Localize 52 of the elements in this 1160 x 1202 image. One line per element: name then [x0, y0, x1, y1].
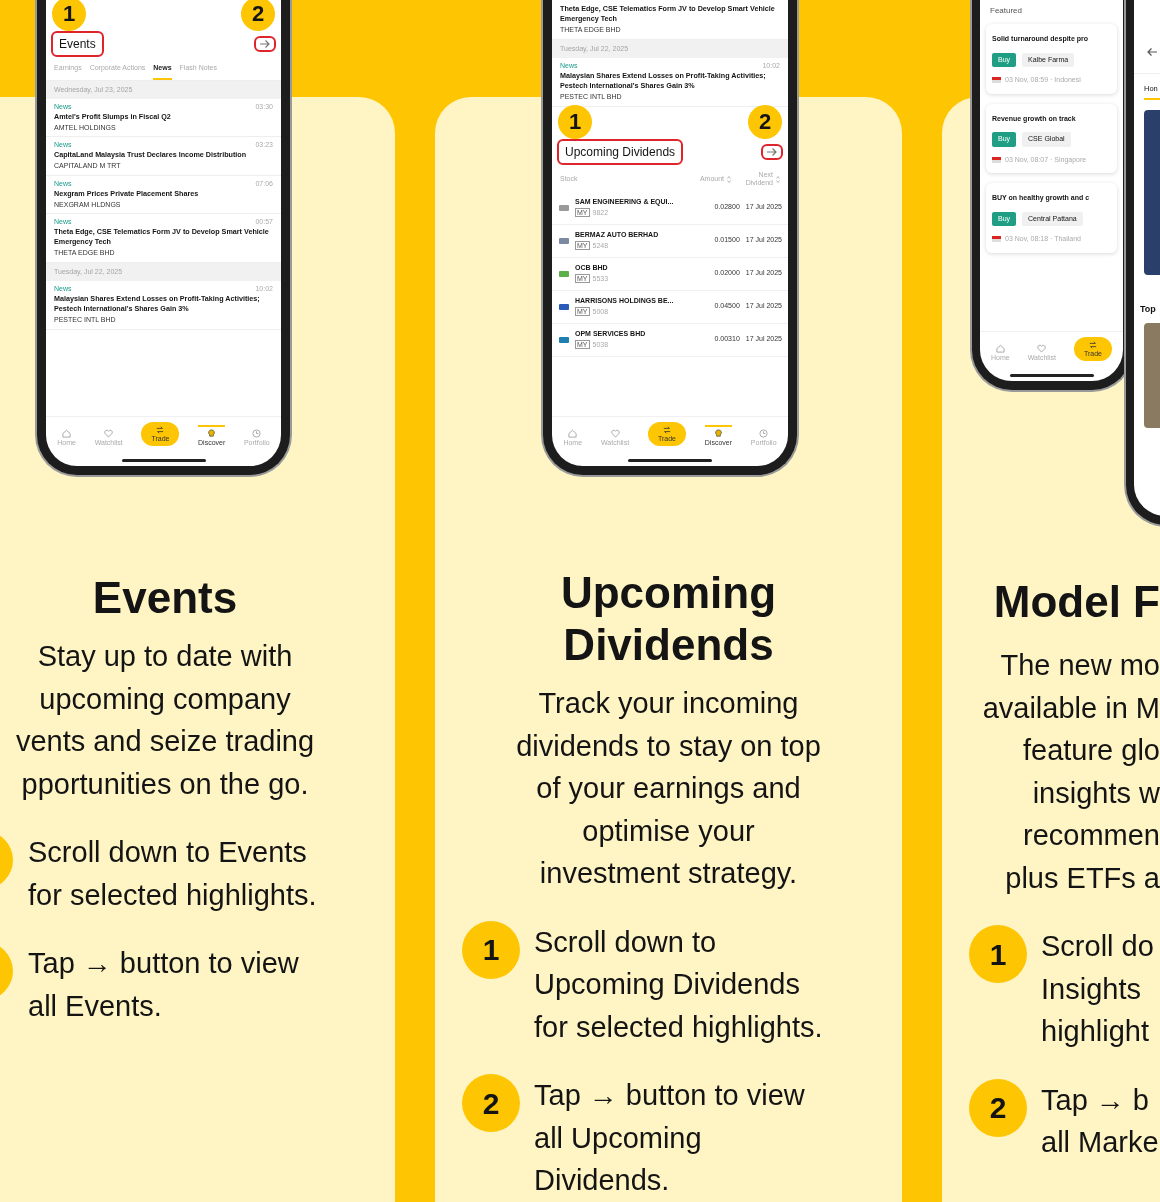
step-text: Tap → button to view all Upcoming Dividends. — [534, 1078, 805, 1198]
sort-icon — [727, 175, 731, 183]
highlighted-section-title: Upcoming Dividends — [557, 138, 684, 165]
flag-icon — [992, 236, 1001, 243]
lightbulb-icon — [207, 429, 217, 438]
flag-icon — [992, 156, 1001, 163]
highlighted-section-title: Events — [51, 31, 104, 57]
company-logo-icon — [558, 235, 570, 246]
feature-description: Stay up to date with upcoming company vents and seize trading pportunities on the go. — [14, 639, 316, 802]
step-text: Scroll down to Upcoming Dividends for selected highlights. — [534, 924, 823, 1045]
arrow-icon — [766, 146, 778, 157]
lightbulb-icon — [713, 429, 723, 438]
swap-icon — [156, 426, 165, 434]
step-number: 2 — [969, 1078, 1027, 1137]
heart-icon — [1037, 344, 1047, 353]
clock-icon — [252, 429, 262, 438]
step-badge: 2 — [748, 104, 782, 139]
section-heading: Featured — [989, 5, 1024, 17]
home-icon — [995, 344, 1005, 353]
step-badge: 2 — [241, 0, 275, 31]
feature-title: Events — [91, 572, 239, 624]
company-logo-icon — [558, 202, 570, 213]
step-number: 1 — [462, 920, 520, 979]
step-number: 1 — [969, 925, 1027, 983]
company-logo-icon — [558, 334, 570, 345]
section-heading: Top — [1140, 303, 1157, 317]
step-number: 2 — [462, 1074, 520, 1132]
step-badge: 1 — [558, 104, 592, 139]
feature-description: The new mo available in M feature glo insights w recommen plus ETFs a — [981, 648, 1160, 896]
home-icon — [568, 429, 578, 438]
arrow-icon — [259, 39, 271, 49]
home-icon — [62, 429, 72, 438]
step-text: Tap → b all Marke — [1041, 1082, 1159, 1160]
sort-icon — [776, 175, 780, 183]
heart-icon — [104, 429, 114, 438]
feature-description: Track your incoming dividends to stay on top of your earnings and optimise your investment strategy. — [515, 686, 822, 891]
flag-icon — [992, 77, 1001, 84]
arrow-button[interactable] — [254, 36, 276, 52]
step-text: Scroll do Insights highlight — [1041, 929, 1154, 1049]
step-text: Tap → button to view all Events. — [28, 946, 299, 1024]
company-logo-icon — [558, 268, 570, 279]
feature-title: Upcoming Dividends — [559, 567, 778, 671]
step-text: Scroll down to Events for selected highlights. — [28, 835, 317, 913]
back-arrow-icon — [1146, 46, 1158, 57]
company-logo-icon — [558, 301, 570, 312]
swap-icon — [662, 426, 671, 434]
swap-icon — [1088, 341, 1097, 349]
heart-icon — [610, 429, 620, 438]
arrow-button[interactable] — [761, 143, 783, 160]
clock-icon — [759, 429, 769, 438]
step-badge: 1 — [52, 0, 86, 31]
feature-title: Model F — [992, 576, 1160, 628]
